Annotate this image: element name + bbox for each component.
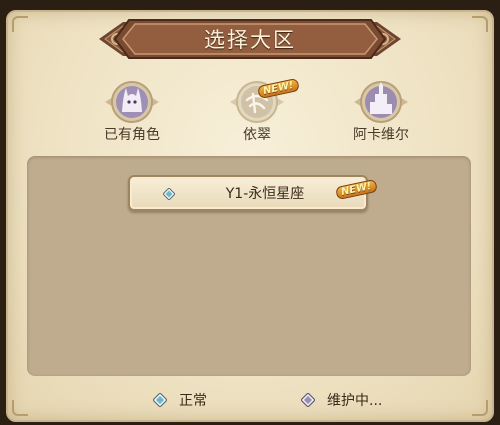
legend-normal: 正常: [153, 390, 207, 410]
server-name: Y1-永恒星座: [225, 186, 305, 202]
legend-maintenance: 维护中...: [301, 390, 382, 410]
panel-corner-ornament: [12, 16, 28, 32]
akavir-emblem-icon: [352, 78, 410, 128]
status-normal-icon: [163, 188, 175, 200]
character-emblem-icon: [103, 78, 161, 128]
status-maintenance-icon: [301, 393, 315, 407]
status-normal-icon: [153, 393, 167, 407]
panel-corner-ornament: [472, 16, 488, 32]
server-item[interactable]: Y1-永恒星座: [128, 175, 368, 211]
page-title: 选择大区: [204, 28, 296, 52]
panel-corner-ornament: [472, 400, 488, 416]
legend-maintenance-label: 维护中...: [327, 393, 383, 409]
panel-corner-ornament: [12, 400, 28, 416]
yicui-emblem-icon: NEW!: [228, 77, 300, 128]
tab-yicui[interactable]: NEW! 依翠: [209, 77, 305, 144]
legend-normal-label: 正常: [179, 393, 207, 409]
tab-akavir[interactable]: 阿卡维尔: [333, 78, 429, 144]
tab-existing-characters[interactable]: 已有角色: [84, 78, 180, 144]
title-banner: 选择大区: [95, 14, 405, 64]
